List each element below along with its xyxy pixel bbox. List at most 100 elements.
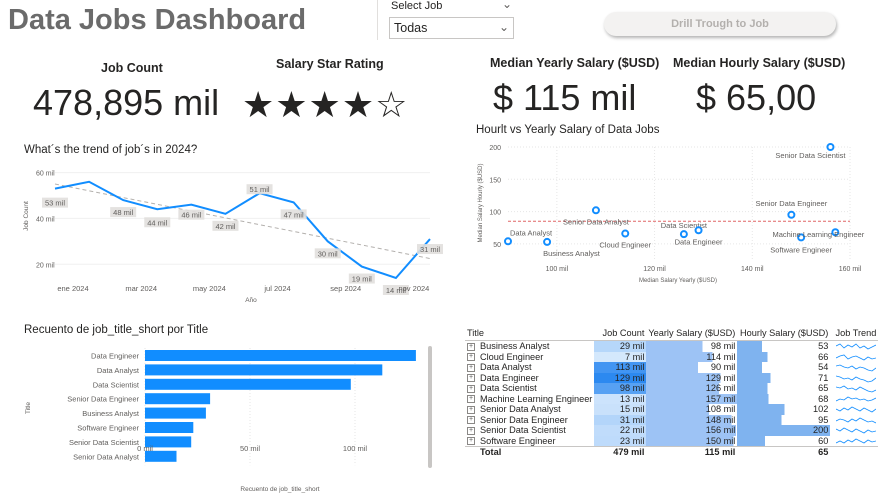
title-bar-chart[interactable]: Data Engineer Data Analyst Data Scientist S… [0,340,440,495]
bar-category-label: Senior Data Engineer [67,395,139,404]
matrix-title-text: Senior Data Scientist [480,425,566,435]
median-hourly-label: Median Hourly Salary ($USD) [673,56,846,70]
matrix-row[interactable]: + Senior Data Engineer 31 mil 148 mil 95 [465,414,878,426]
col-yearly-salary[interactable]: Yearly Salary ($USD) [646,326,738,341]
salary-star-label: Salary Star Rating [276,57,384,71]
matrix-row[interactable]: + Data Scientist 98 mil 126 mil 65 [465,383,878,394]
col-hourly-salary[interactable]: Hourly Salary ($USD) [737,326,831,341]
matrix-row[interactable]: + Cloud Engineer 7 mil 114 mil 66 [465,351,878,363]
matrix-title-text: Business Analyst [480,341,550,351]
sparkline-path [836,406,877,413]
trend-x-tick: ene 2024 [57,284,88,293]
scatter-y-tick: 150 [489,177,501,184]
sparkline-path [836,438,877,444]
matrix-row[interactable]: + Data Analyst 113 mil 90 mil 54 [465,362,878,373]
matrix-hourly-cell: 102 [737,404,831,415]
scatter-x-tick: 120 mil [643,266,666,273]
bar-x-tick: 0 mil [137,444,153,453]
scatter-point [591,206,600,215]
sparkline-path [836,375,877,382]
expand-icon[interactable]: + [467,384,475,393]
matrix-title-text: Data Engineer [480,372,539,383]
matrix-trend-cell [830,425,878,436]
salary-scatter-chart[interactable]: Data Analyst Business Analyst Senior Data … [470,138,870,288]
sparkline [836,375,877,382]
matrix-trend-cell [830,383,878,394]
matrix-hourly-cell: 200 [737,425,831,436]
matrix-yearly-cell: 114 mil [646,351,738,362]
matrix-trend-cell [830,436,878,447]
expand-icon[interactable]: + [467,416,475,425]
matrix-title-cell: + Senior Data Engineer [465,415,594,426]
matrix-trend-cell [830,352,878,363]
matrix-title-cell: + Senior Data Scientist [465,425,594,436]
bar-category-label: Software Engineer [77,424,139,433]
bar-category-label: Data Engineer [91,352,139,361]
matrix-count-cell: 23 mil [594,435,647,447]
matrix-row[interactable]: + Software Engineer 23 mil 150 mil 60 [465,435,878,447]
matrix-yearly-cell: 98 mil [646,340,738,352]
matrix-title-cell: + Machine Learning Engineer [465,394,594,405]
matrix-yearly-cell: 156 mil [646,425,738,436]
select-job-label: Select Job [391,0,443,12]
scatter-point-label: Data Engineer [675,237,723,246]
trend-data-label: 31 mil [417,244,443,255]
chevron-down-icon[interactable]: ⌄ [502,0,512,11]
job-count-label: Job Count [101,61,163,75]
sparkline [836,354,877,361]
matrix-total-yearly: 115 mil [646,446,738,458]
expand-icon[interactable]: + [467,363,475,372]
trend-data-label: 19 mil [348,273,375,284]
bar [145,350,416,361]
matrix-title-text: Cloud Engineer [480,351,544,362]
matrix-title-cell: + Data Engineer [465,373,594,384]
expand-icon[interactable]: + [467,342,475,351]
trend-y-tick: 20 mil [36,262,55,269]
matrix-hourly-cell: 54 [737,362,831,373]
trend-data-label-text: 30 mil [318,249,338,258]
scatter-point-label: Software Engineer [770,245,832,254]
matrix-row[interactable]: + Data Engineer 129 mil 129 mil 71 [465,372,878,384]
col-title[interactable]: Title [465,326,595,341]
trend-data-label: 51 mil [246,184,273,195]
bar [145,422,194,433]
matrix-row[interactable]: + Senior Data Analyst 15 mil 108 mil 102 [465,404,878,415]
matrix-count-cell: 29 mil [594,340,647,352]
matrix-count-cell: 98 mil [594,383,647,394]
expand-icon[interactable]: + [467,353,475,362]
scatter-point-label: Cloud Engineer [599,241,651,250]
sparkline [836,417,877,423]
trend-data-label-text: 53 mil [45,199,65,208]
select-job-dropdown[interactable]: Todas ⌄ [389,17,514,39]
trend-y-tick: 40 mil [36,216,55,223]
matrix-hourly-cell: 65 [737,383,831,394]
matrix-yearly-cell: 150 mil [646,435,738,447]
expand-icon[interactable]: + [467,374,475,383]
trend-line-chart[interactable]: 53 mil 48 mil 44 mil 46 mil 42 mil 51 mil 47 m… [0,158,445,308]
bar [145,378,351,390]
matrix-row[interactable]: + Business Analyst 29 mil 98 mil 53 [465,340,878,352]
sparkline [836,427,877,434]
bar-x-tick: 50 mil [240,444,260,453]
expand-icon[interactable]: + [467,395,475,404]
bar-category-label: Senior Data Scientist [69,438,140,447]
expand-icon[interactable]: + [467,437,475,446]
scatter-y-tick: 50 [493,242,501,249]
drill-through-button[interactable]: Drill Trough to Job [604,12,836,36]
col-job-trend[interactable]: Job Trend [830,326,879,341]
bar-chart-scrollbar[interactable] [428,346,432,468]
col-job-count[interactable]: Job Count [594,326,647,341]
salary-star-rating: ★★★★☆ [242,84,408,126]
trend-x-tick: jul 2024 [263,284,290,293]
trend-chart-title: What´s the trend of job´s in 2024? [24,144,198,156]
expand-icon[interactable]: + [467,405,475,414]
matrix-yearly-cell: 157 mil [646,393,738,404]
scatter-point [504,237,512,246]
matrix-row[interactable]: + Senior Data Scientist 22 mil 156 mil 200 [465,425,878,436]
matrix-row[interactable]: + Machine Learning Engineer 13 mil 157 mil 6… [465,393,878,405]
bar-category-label: Business Analyst [82,409,140,418]
matrix-total-title: Total [465,446,595,458]
expand-icon[interactable]: + [467,426,475,435]
trend-data-label-text: 46 mil [181,211,201,220]
scatter-point [543,237,552,246]
